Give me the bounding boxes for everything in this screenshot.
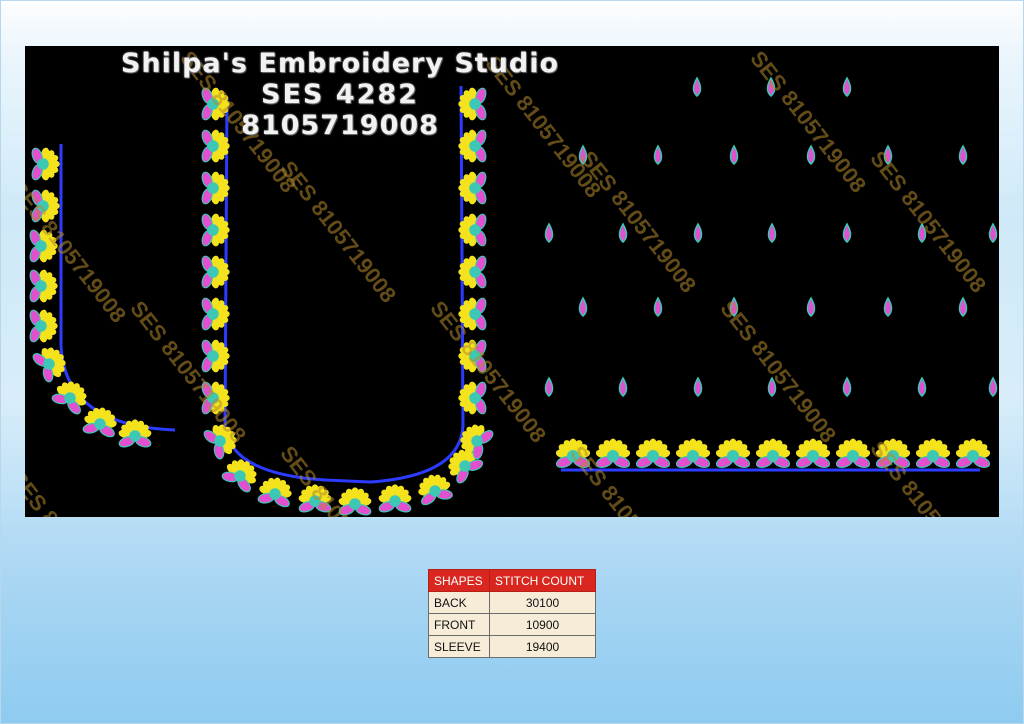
floral-motif [32,347,66,383]
table-header-row: SHAPES STITCH COUNT [428,569,596,592]
teardrop-butti [883,296,893,317]
teardrop-butti [917,376,927,397]
teardrop-butti [806,296,816,317]
shape-cell: BACK [428,591,490,614]
teardrop-butti [693,222,703,243]
floral-motif [675,438,711,468]
floral-motif [29,269,58,303]
teardrop-butti [693,376,703,397]
teardrop-butti [692,76,702,97]
teardrop-butti [958,144,968,165]
design-code: SES 4282 [261,79,419,110]
shape-cell: FRONT [428,613,490,636]
table-row: SLEEVE 19400 [428,635,596,658]
table-row: FRONT 10900 [428,613,596,636]
teardrop-butti [842,376,852,397]
column-header-stitch-count: STITCH COUNT [489,569,596,592]
floral-motif [378,484,412,513]
floral-motif [418,474,453,506]
stitch-count-table: SHAPES STITCH COUNT BACK 30100 FRONT 109… [428,569,596,658]
teardrop-butti [988,222,998,243]
teardrop-butti [653,296,663,317]
teardrop-butti [653,144,663,165]
table-row: BACK 30100 [428,591,596,614]
count-cell: 19400 [489,635,596,658]
floral-motif [915,438,951,468]
column-header-shapes: SHAPES [428,569,490,592]
floral-motif [31,147,60,181]
floral-motif [221,459,257,493]
teardrop-butti [842,222,852,243]
teardrop-butti [767,222,777,243]
floral-motif [257,477,292,508]
floral-motif [635,438,671,468]
teardrop-butti [578,296,588,317]
studio-name: Shilpa's Embroidery Studio [120,48,560,79]
shape-cell: SLEEVE [428,635,490,658]
floral-motif [715,438,751,468]
teardrop-butti [842,76,852,97]
count-cell: 30100 [489,591,596,614]
embroidery-design-panel: SES 8105719008 SES 8105719008 SES 81057190… [25,46,999,517]
teardrop-butti [958,296,968,317]
teardrop-butti [988,376,998,397]
teardrop-butti [618,376,628,397]
floral-motif [755,438,791,468]
floral-motif [29,309,58,343]
teardrop-butti [544,376,554,397]
studio-header: Shilpa's Embroidery Studio SES 4282 8105… [25,48,655,141]
teardrop-butti [729,144,739,165]
phone-number: 8105719008 [241,110,439,141]
count-cell: 10900 [489,613,596,636]
floral-motif [82,407,117,438]
teardrop-butti [544,222,554,243]
floral-motif [955,438,991,468]
